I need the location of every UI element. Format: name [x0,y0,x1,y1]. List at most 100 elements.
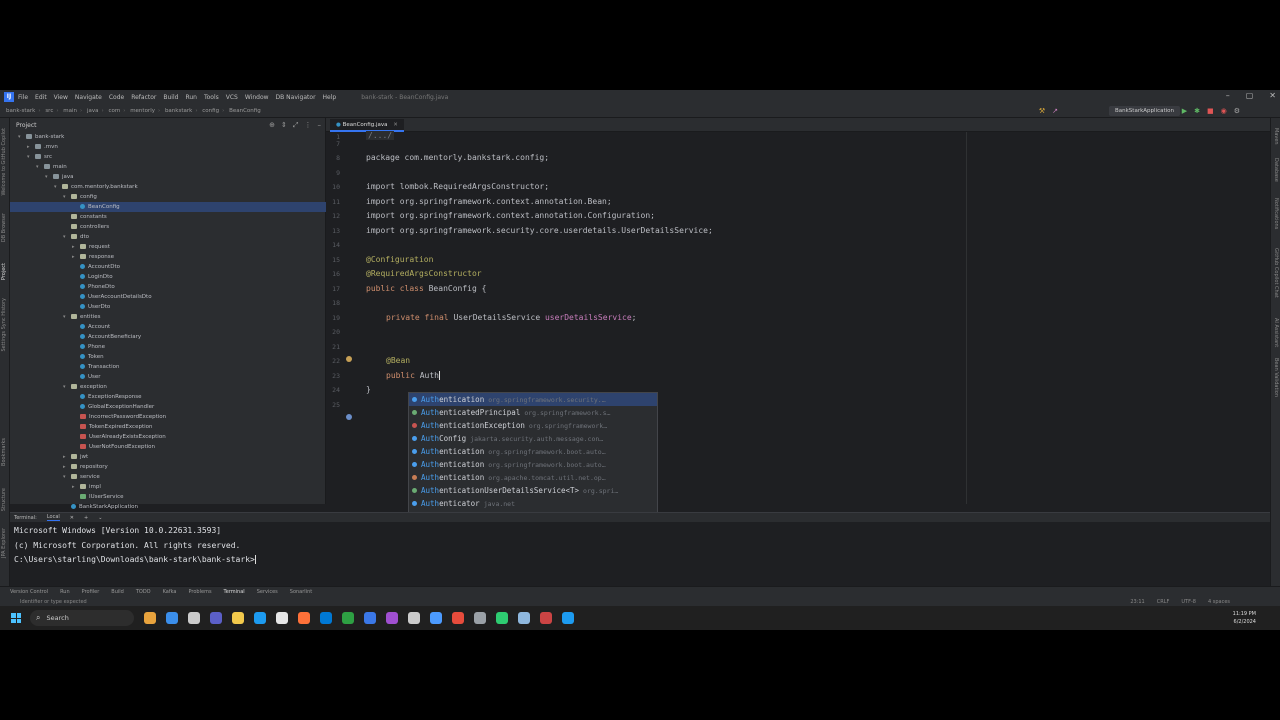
settings-icon[interactable]: ⚙ [1234,106,1240,116]
breadcrumb-item[interactable]: config [202,108,219,114]
taskbar-clock[interactable]: 11:19 PM 6/2/2024 [1233,610,1256,626]
tree-item[interactable]: ▾ entities [10,312,326,322]
taskbar-app-icon[interactable] [408,612,420,624]
tool-build[interactable]: Build [111,589,124,595]
breadcrumb-item[interactable]: bankstark [165,108,192,114]
tree-item[interactable]: Account [10,322,326,332]
chevron-down-icon[interactable]: ▾ [54,182,62,192]
taskbar-search[interactable]: ⌕ Search [30,610,134,626]
stop-icon[interactable]: ■ [1207,106,1214,116]
profile-icon[interactable]: ◉ [1221,106,1227,116]
tree-item[interactable]: ▾ main [10,162,326,172]
taskbar-app-icon[interactable] [518,612,530,624]
terminal-prompt[interactable]: C:\Users\starling\Downloads\bank-stark\b… [14,553,1266,568]
arrow-icon[interactable]: ↗ [1052,106,1058,116]
chevron-down-icon[interactable]: ▾ [63,232,71,242]
tool-window-jpa[interactable]: JPA Explorer [1,528,7,558]
tree-item[interactable]: ▾ dto [10,232,326,242]
taskbar-app-icon[interactable] [474,612,486,624]
breadcrumb-item[interactable]: src [45,108,53,114]
tree-item[interactable]: ▾ config [10,192,326,202]
chevron-right-icon[interactable]: ▸ [63,452,71,462]
taskbar-app-icon[interactable] [386,612,398,624]
tree-item[interactable]: BeanConfig [10,202,326,212]
chevron-down-icon[interactable]: ▾ [45,172,53,182]
tree-item[interactable]: BankStarkApplication [10,502,326,512]
tree-item[interactable]: UserNotFoundException [10,442,326,452]
breadcrumb-item[interactable]: java [87,108,99,114]
tool-window-notifications[interactable]: Notifications [1273,198,1279,229]
breadcrumb-item[interactable]: bank-stark [6,108,35,114]
menu-code[interactable]: Code [109,94,124,101]
minimize-icon[interactable]: – [1226,91,1230,100]
tree-item[interactable]: UserDto [10,302,326,312]
tree-item[interactable]: ▾ exception [10,382,326,392]
menu-run[interactable]: Run [185,94,197,101]
completion-item[interactable]: Authentication org.springframework.securi… [409,393,657,406]
tool-window-copilot[interactable]: Welcome to GitHub Copilot [1,128,7,196]
taskbar-app-icon[interactable] [276,612,288,624]
completion-item[interactable]: AuthenticatedPrincipal org.springframewor… [409,406,657,419]
chevron-right-icon[interactable]: ▸ [72,242,80,252]
chevron-down-icon[interactable]: ▾ [36,162,44,172]
run-configuration-select[interactable]: BankStarkApplication [1108,106,1180,116]
menu-build[interactable]: Build [163,94,178,101]
breadcrumb-item[interactable]: BeanConfig [229,108,261,114]
tool-window-ai-assistant[interactable]: AI Assistant [1273,318,1279,347]
tree-item[interactable]: Transaction [10,362,326,372]
tool-problems[interactable]: Problems [189,589,212,595]
taskbar-app-icon[interactable] [254,612,266,624]
chevron-down-icon[interactable]: ▾ [27,152,35,162]
tree-item[interactable]: ▾ com.mentorly.bankstark [10,182,326,192]
file-encoding[interactable]: UTF-8 [1181,599,1196,605]
tree-item[interactable]: ExceptionResponse [10,392,326,402]
completion-item[interactable]: Authentication org.springframework.boot.a… [409,458,657,471]
run-icon[interactable]: ▶ [1182,106,1187,116]
tree-item[interactable]: GlobalExceptionHandler [10,402,326,412]
tool-services[interactable]: Services [257,589,278,595]
close-tab-icon[interactable]: ✕ [393,122,398,128]
taskbar-app-icon[interactable] [452,612,464,624]
chevron-right-icon[interactable]: ▸ [72,252,80,262]
taskbar-app-icon[interactable] [298,612,310,624]
maximize-icon[interactable]: ▢ [1246,91,1254,100]
taskbar-app-icon[interactable] [210,612,222,624]
menu-edit[interactable]: Edit [35,94,47,101]
hide-icon[interactable]: – [318,121,322,130]
taskbar-app-icon[interactable] [342,612,354,624]
completion-item[interactable]: Authentication org.apache.tomcat.util.net… [409,471,657,484]
tool-window-bookmarks[interactable]: Bookmarks [1,438,7,466]
tree-item[interactable]: Phone [10,342,326,352]
taskbar-app-icon[interactable] [540,612,552,624]
tool-window-copilot-chat[interactable]: GitHub Copilot Chat [1273,248,1279,298]
tree-item[interactable]: IUserService [10,492,326,502]
tree-item[interactable]: constants [10,212,326,222]
line-separator[interactable]: CRLF [1157,599,1170,605]
taskbar-app-icon[interactable] [562,612,574,624]
tree-item[interactable]: User [10,372,326,382]
taskbar-app-icon[interactable] [232,612,244,624]
chevron-right-icon[interactable]: ▸ [72,482,80,492]
completion-item[interactable]: Authentication org.springframework.boot.a… [409,445,657,458]
tree-item[interactable]: AccountBeneficiary [10,332,326,342]
folded-region[interactable]: /.../ [366,131,395,140]
tool-todo[interactable]: TODO [136,589,151,595]
close-icon[interactable]: ✕ [70,515,74,521]
tool-window-database[interactable]: Database [1273,158,1279,182]
tree-item[interactable]: ▸ repository [10,462,326,472]
tree-item[interactable]: IncorrectPasswordException [10,412,326,422]
completion-item[interactable]: Authenticator java.net [409,497,657,510]
tree-item[interactable]: UserAccountDetailsDto [10,292,326,302]
debug-icon[interactable]: ✱ [1194,106,1200,116]
tool-window-bean-validation[interactable]: Bean Validation [1273,358,1279,397]
tool-run[interactable]: Run [60,589,70,595]
project-panel-title[interactable]: Project [16,122,37,129]
menu-file[interactable]: File [18,94,28,101]
chevron-down-icon[interactable]: ▾ [63,192,71,202]
tool-kafka[interactable]: Kafka [163,589,177,595]
tree-item[interactable]: ▾ service [10,472,326,482]
tree-item[interactable]: UserAlreadyExistsException [10,432,326,442]
tree-item[interactable]: ▾ bank-stark [10,132,326,142]
chevron-down-icon[interactable]: ▾ [63,312,71,322]
tree-item[interactable]: ▸ jwt [10,452,326,462]
